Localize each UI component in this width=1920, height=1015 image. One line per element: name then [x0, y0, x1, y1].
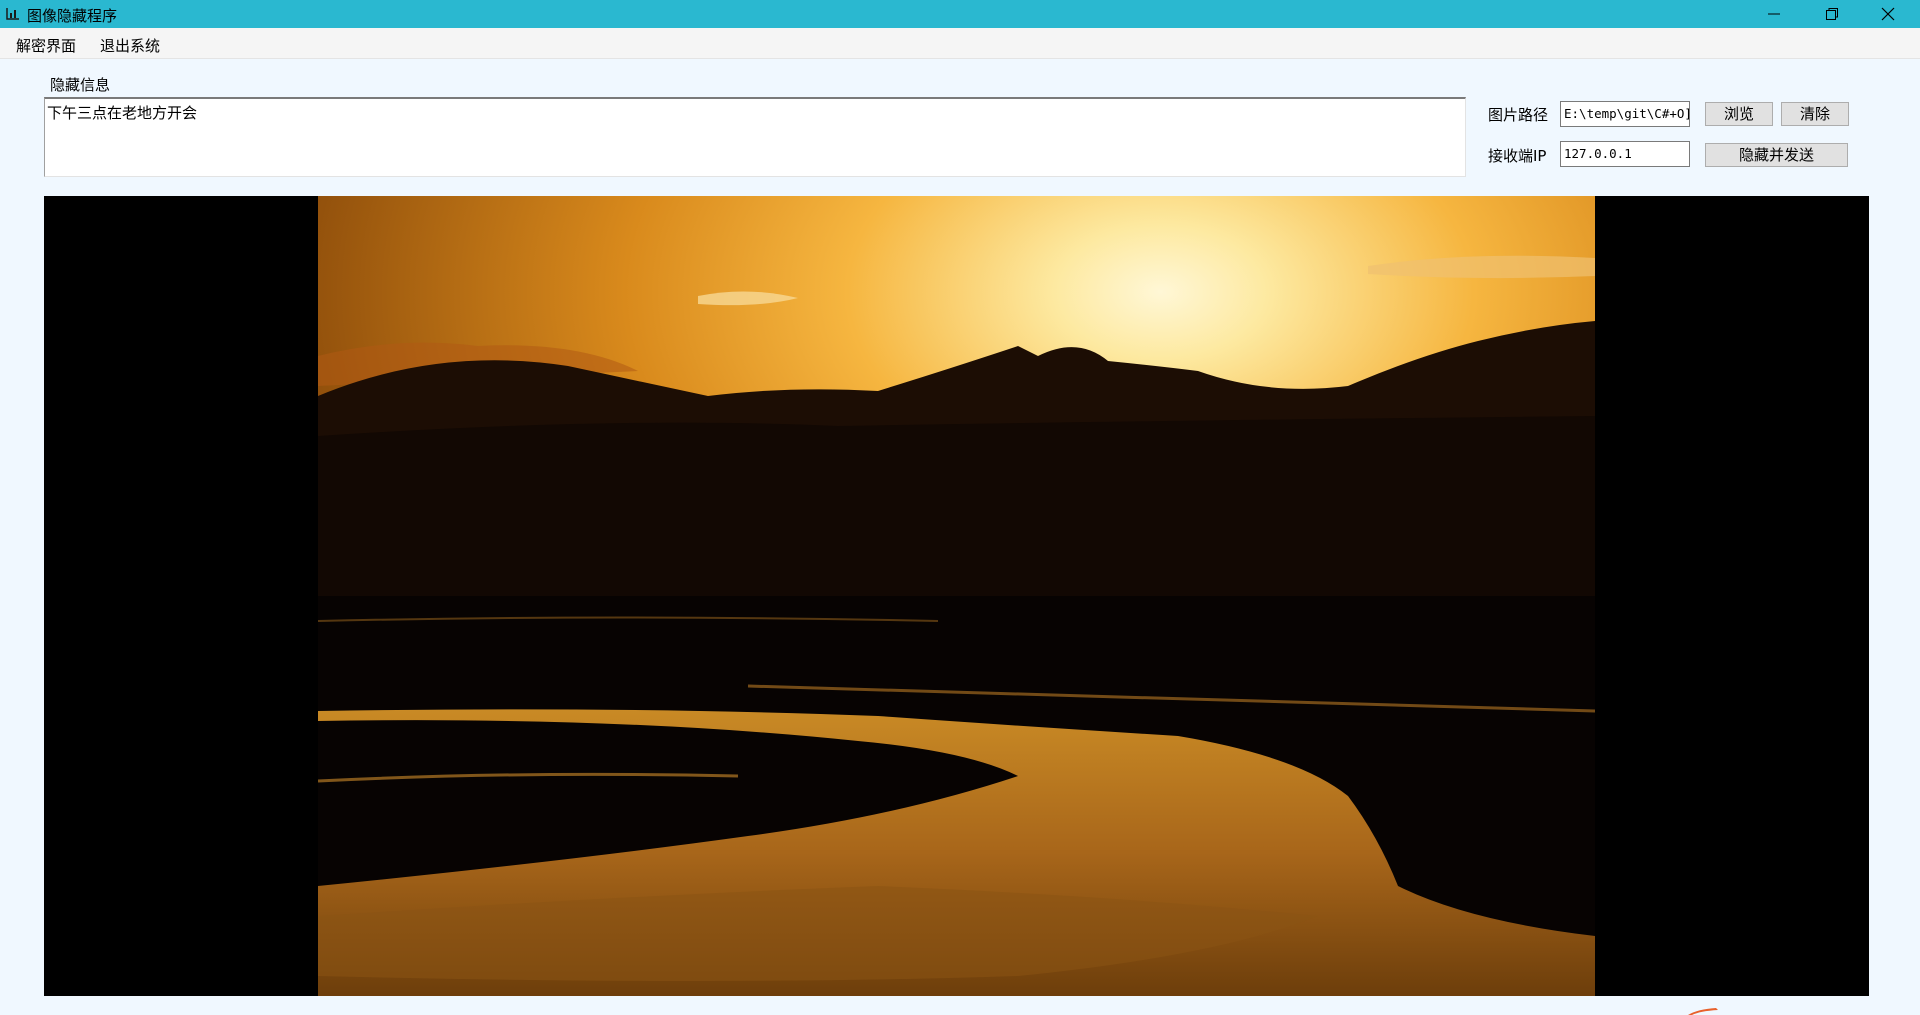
image-preview [44, 196, 1869, 996]
restore-icon [1826, 8, 1838, 20]
close-icon [1881, 7, 1895, 21]
receiver-ip-input[interactable]: 127.0.0.1 [1560, 141, 1690, 167]
window-title: 图像隐藏程序 [27, 7, 118, 25]
chart-app-icon [6, 8, 19, 20]
browse-button[interactable]: 浏览 [1705, 102, 1773, 126]
sunset-mountains-river-photo [318, 196, 1595, 996]
image-path-input[interactable]: E:\temp\git\C#+O] [1560, 101, 1690, 127]
image-path-label: 图片路径 [1488, 106, 1549, 124]
clear-button[interactable]: 清除 [1781, 102, 1849, 126]
minimize-icon [1768, 13, 1780, 15]
restore-button[interactable] [1804, 0, 1860, 28]
receiver-ip-label: 接收端IP [1488, 147, 1547, 165]
menu-item-exit[interactable]: 退出系统 [100, 35, 160, 56]
title-bar: 图像隐藏程序 [0, 0, 1920, 28]
orange-corner-mark [1688, 1008, 1718, 1015]
menu-item-decrypt[interactable]: 解密界面 [16, 35, 76, 56]
hide-and-send-button[interactable]: 隐藏并发送 [1705, 143, 1848, 167]
close-button[interactable] [1860, 0, 1916, 28]
menu-bar: 解密界面 退出系统 [0, 28, 1920, 59]
hidden-info-label: 隐藏信息 [50, 76, 111, 94]
minimize-button[interactable] [1746, 0, 1802, 28]
hidden-info-textarea[interactable]: 下午三点在老地方开会 [44, 97, 1466, 177]
